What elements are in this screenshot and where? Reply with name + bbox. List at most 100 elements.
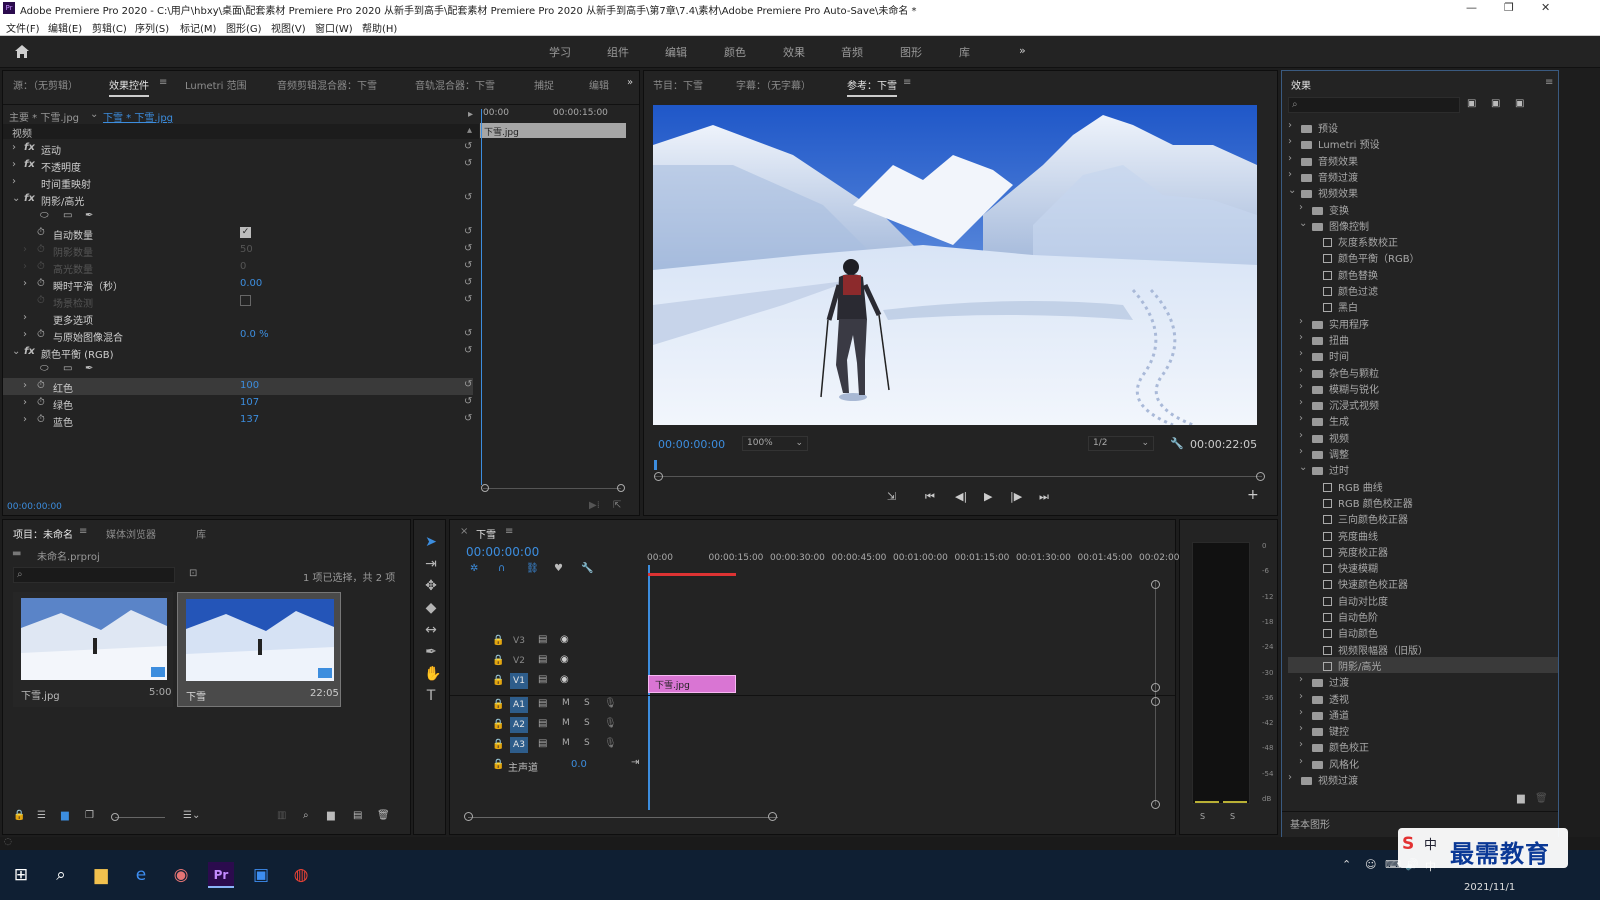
freeform-view-icon[interactable]: ❐ xyxy=(85,810,94,821)
eye-icon[interactable]: ◉ xyxy=(560,634,569,645)
track-select-tool-icon[interactable]: ⇥ xyxy=(424,556,438,572)
zoom-slider[interactable] xyxy=(115,817,165,818)
lock-icon[interactable]: 🔒 xyxy=(492,739,504,750)
lock-icon[interactable]: 🔒 xyxy=(492,635,504,646)
effects-folder[interactable]: › 过渡 xyxy=(1288,673,1558,689)
chevron-right-icon[interactable]: › xyxy=(1299,430,1303,441)
track-target[interactable]: A3 xyxy=(510,737,528,753)
menu-help[interactable]: 帮助(H) xyxy=(362,20,397,35)
zoom-select[interactable]: 100% ⌄ xyxy=(742,436,808,451)
edge-browser-icon[interactable]: e xyxy=(128,862,154,888)
master-volume-value[interactable]: 0.0 xyxy=(571,759,587,770)
disclosure-icon[interactable]: › xyxy=(23,329,27,340)
effects-folder[interactable]: › 沉浸式视频 xyxy=(1288,396,1558,412)
type-tool-icon[interactable]: T xyxy=(424,688,438,704)
effect-row[interactable]: ⬭ ▭ ✒ xyxy=(3,208,473,225)
effects-item[interactable]: 灰度系数校正 xyxy=(1288,233,1558,249)
chevron-down-icon[interactable]: ⌄ xyxy=(1299,218,1307,229)
menu-clip[interactable]: 剪辑(C) xyxy=(92,20,127,35)
effects-folder[interactable]: › 模糊与锐化 xyxy=(1288,380,1558,396)
effect-row[interactable]: › ⏱ 绿色 107 ↺ xyxy=(3,395,473,412)
chevron-right-icon[interactable]: › xyxy=(1299,332,1303,343)
microphone-icon[interactable]: 🎙 xyxy=(604,738,617,749)
32bit-effects-icon[interactable]: ▣ xyxy=(1491,98,1500,109)
chevron-right-icon[interactable]: › xyxy=(1299,348,1303,359)
effect-row[interactable]: ⏱ 自动数量 ✓ ↺ xyxy=(3,225,473,242)
toggle-sync-lock-icon[interactable]: ▤ xyxy=(538,654,547,665)
home-icon[interactable] xyxy=(14,44,30,59)
lock-icon[interactable]: 🔒 xyxy=(492,719,504,730)
step-back-button[interactable]: ◀| xyxy=(955,490,967,503)
reset-icon[interactable]: ↺ xyxy=(464,379,472,390)
effects-folder[interactable]: ⌄ 过时 xyxy=(1288,461,1558,477)
project-search-input[interactable]: ⌕ xyxy=(13,567,175,583)
microphone-icon[interactable]: 🎙 xyxy=(604,718,617,729)
timeline-settings-icon[interactable]: 🔧 xyxy=(581,563,593,574)
disclosure-icon[interactable]: › xyxy=(23,312,27,323)
chevron-right-icon[interactable]: › xyxy=(1299,446,1303,457)
play-button[interactable]: ▶ xyxy=(984,490,992,503)
effects-folder[interactable]: ⌄ 视频效果 xyxy=(1288,184,1558,200)
tab-source[interactable]: 源：（无剪辑） xyxy=(13,77,78,92)
effects-item[interactable]: 自动色阶 xyxy=(1288,608,1558,624)
chevron-right-icon[interactable]: › xyxy=(1299,723,1303,734)
effect-row[interactable]: ⌄ fx 颜色平衡 (RGB) ↺ xyxy=(3,344,473,361)
menu-view[interactable]: 视图(V) xyxy=(271,20,306,35)
tab-program[interactable]: 节目：下雪 xyxy=(653,77,703,92)
timeline-clip[interactable]: 下雪.jpg xyxy=(648,675,736,693)
slip-tool-icon[interactable]: ↔ xyxy=(424,622,438,638)
tab-project[interactable]: 项目：未命名 xyxy=(13,526,73,541)
tab-effect-controls[interactable]: 效果控件 xyxy=(109,77,149,97)
accelerated-effects-icon[interactable]: ▣ xyxy=(1467,98,1476,109)
go-to-out-button[interactable]: ⏭ xyxy=(1039,490,1049,504)
ellipse-mask-icon[interactable]: ⬭ xyxy=(40,363,49,374)
disclosure-icon[interactable]: › xyxy=(12,159,16,170)
tray-user-icon[interactable]: ☺ xyxy=(1365,858,1376,871)
track-target[interactable]: V2 xyxy=(510,653,528,669)
disclosure-icon[interactable]: › xyxy=(23,278,27,289)
pen-mask-icon[interactable]: ✒ xyxy=(85,210,93,221)
track-target[interactable]: V3 xyxy=(510,633,528,649)
stopwatch-icon[interactable]: ⏱ xyxy=(37,261,45,272)
add-button[interactable]: + xyxy=(1247,487,1259,503)
reset-icon[interactable]: ↺ xyxy=(464,226,472,237)
go-to-end-icon[interactable]: ⇥ xyxy=(631,757,639,768)
effects-item[interactable]: 快速模糊 xyxy=(1288,559,1558,575)
chrome-icon[interactable]: ◍ xyxy=(288,862,314,888)
v-scroll-handle-mid[interactable] xyxy=(1151,683,1160,692)
premiere-taskbar-icon[interactable]: Pr xyxy=(208,862,234,888)
effect-row[interactable]: ⌄ fx 阴影/高光 ↺ xyxy=(3,191,473,208)
effect-row[interactable]: ⬭ ▭ ✒ xyxy=(3,361,473,378)
track-target[interactable]: V1 xyxy=(510,673,528,689)
effects-folder[interactable]: › 杂色与颗粒 xyxy=(1288,364,1558,380)
essential-graphics-tab[interactable]: 基本图形 xyxy=(1290,816,1330,831)
effects-folder[interactable]: › 扭曲 xyxy=(1288,331,1558,347)
workspace-assembly[interactable]: 组件 xyxy=(607,44,629,60)
stopwatch-icon[interactable]: ⏱ xyxy=(37,414,45,425)
ec-zoom-handle-left[interactable] xyxy=(481,484,489,492)
microphone-icon[interactable]: 🎙 xyxy=(604,698,617,709)
param-value[interactable]: 137 xyxy=(240,414,259,425)
workspace-learn[interactable]: 学习 xyxy=(549,44,571,60)
selection-tool-icon[interactable]: ➤ xyxy=(424,534,438,550)
nest-toggle-icon[interactable]: ✲ xyxy=(470,563,478,574)
mute-button[interactable]: M xyxy=(562,698,570,708)
menu-marker[interactable]: 标记(M) xyxy=(180,20,216,35)
reset-icon[interactable]: ↺ xyxy=(464,396,472,407)
effects-item[interactable]: 颜色平衡（RGB） xyxy=(1288,249,1558,265)
lock-icon[interactable]: 🔒 xyxy=(492,655,504,666)
timeline-ruler[interactable]: 00:00 00:00:15:00 00:00:30:00 00:00:45:00 00… xyxy=(647,553,1188,567)
track-header[interactable]: 🔒 A3 ▤ M S 🎙 xyxy=(450,736,650,755)
chevron-right-icon[interactable]: › xyxy=(1288,136,1292,147)
program-timecode[interactable]: 00:00:00:00 xyxy=(658,438,725,451)
reset-icon[interactable]: ↺ xyxy=(464,243,472,254)
chevron-down-icon[interactable]: ⌄ xyxy=(1299,462,1307,473)
delete-icon[interactable]: 🗑 xyxy=(1535,793,1548,804)
search-icon[interactable]: ⌕ xyxy=(48,862,74,888)
effects-folder[interactable]: › 实用程序 xyxy=(1288,315,1558,331)
track-header[interactable]: 🔒 A1 ▤ M S 🎙 xyxy=(450,696,650,715)
program-scroll-left-handle[interactable] xyxy=(654,472,663,481)
effects-folder[interactable]: › 透视 xyxy=(1288,690,1558,706)
reset-icon[interactable]: ↺ xyxy=(464,158,472,169)
effects-item[interactable]: 颜色过滤 xyxy=(1288,282,1558,298)
